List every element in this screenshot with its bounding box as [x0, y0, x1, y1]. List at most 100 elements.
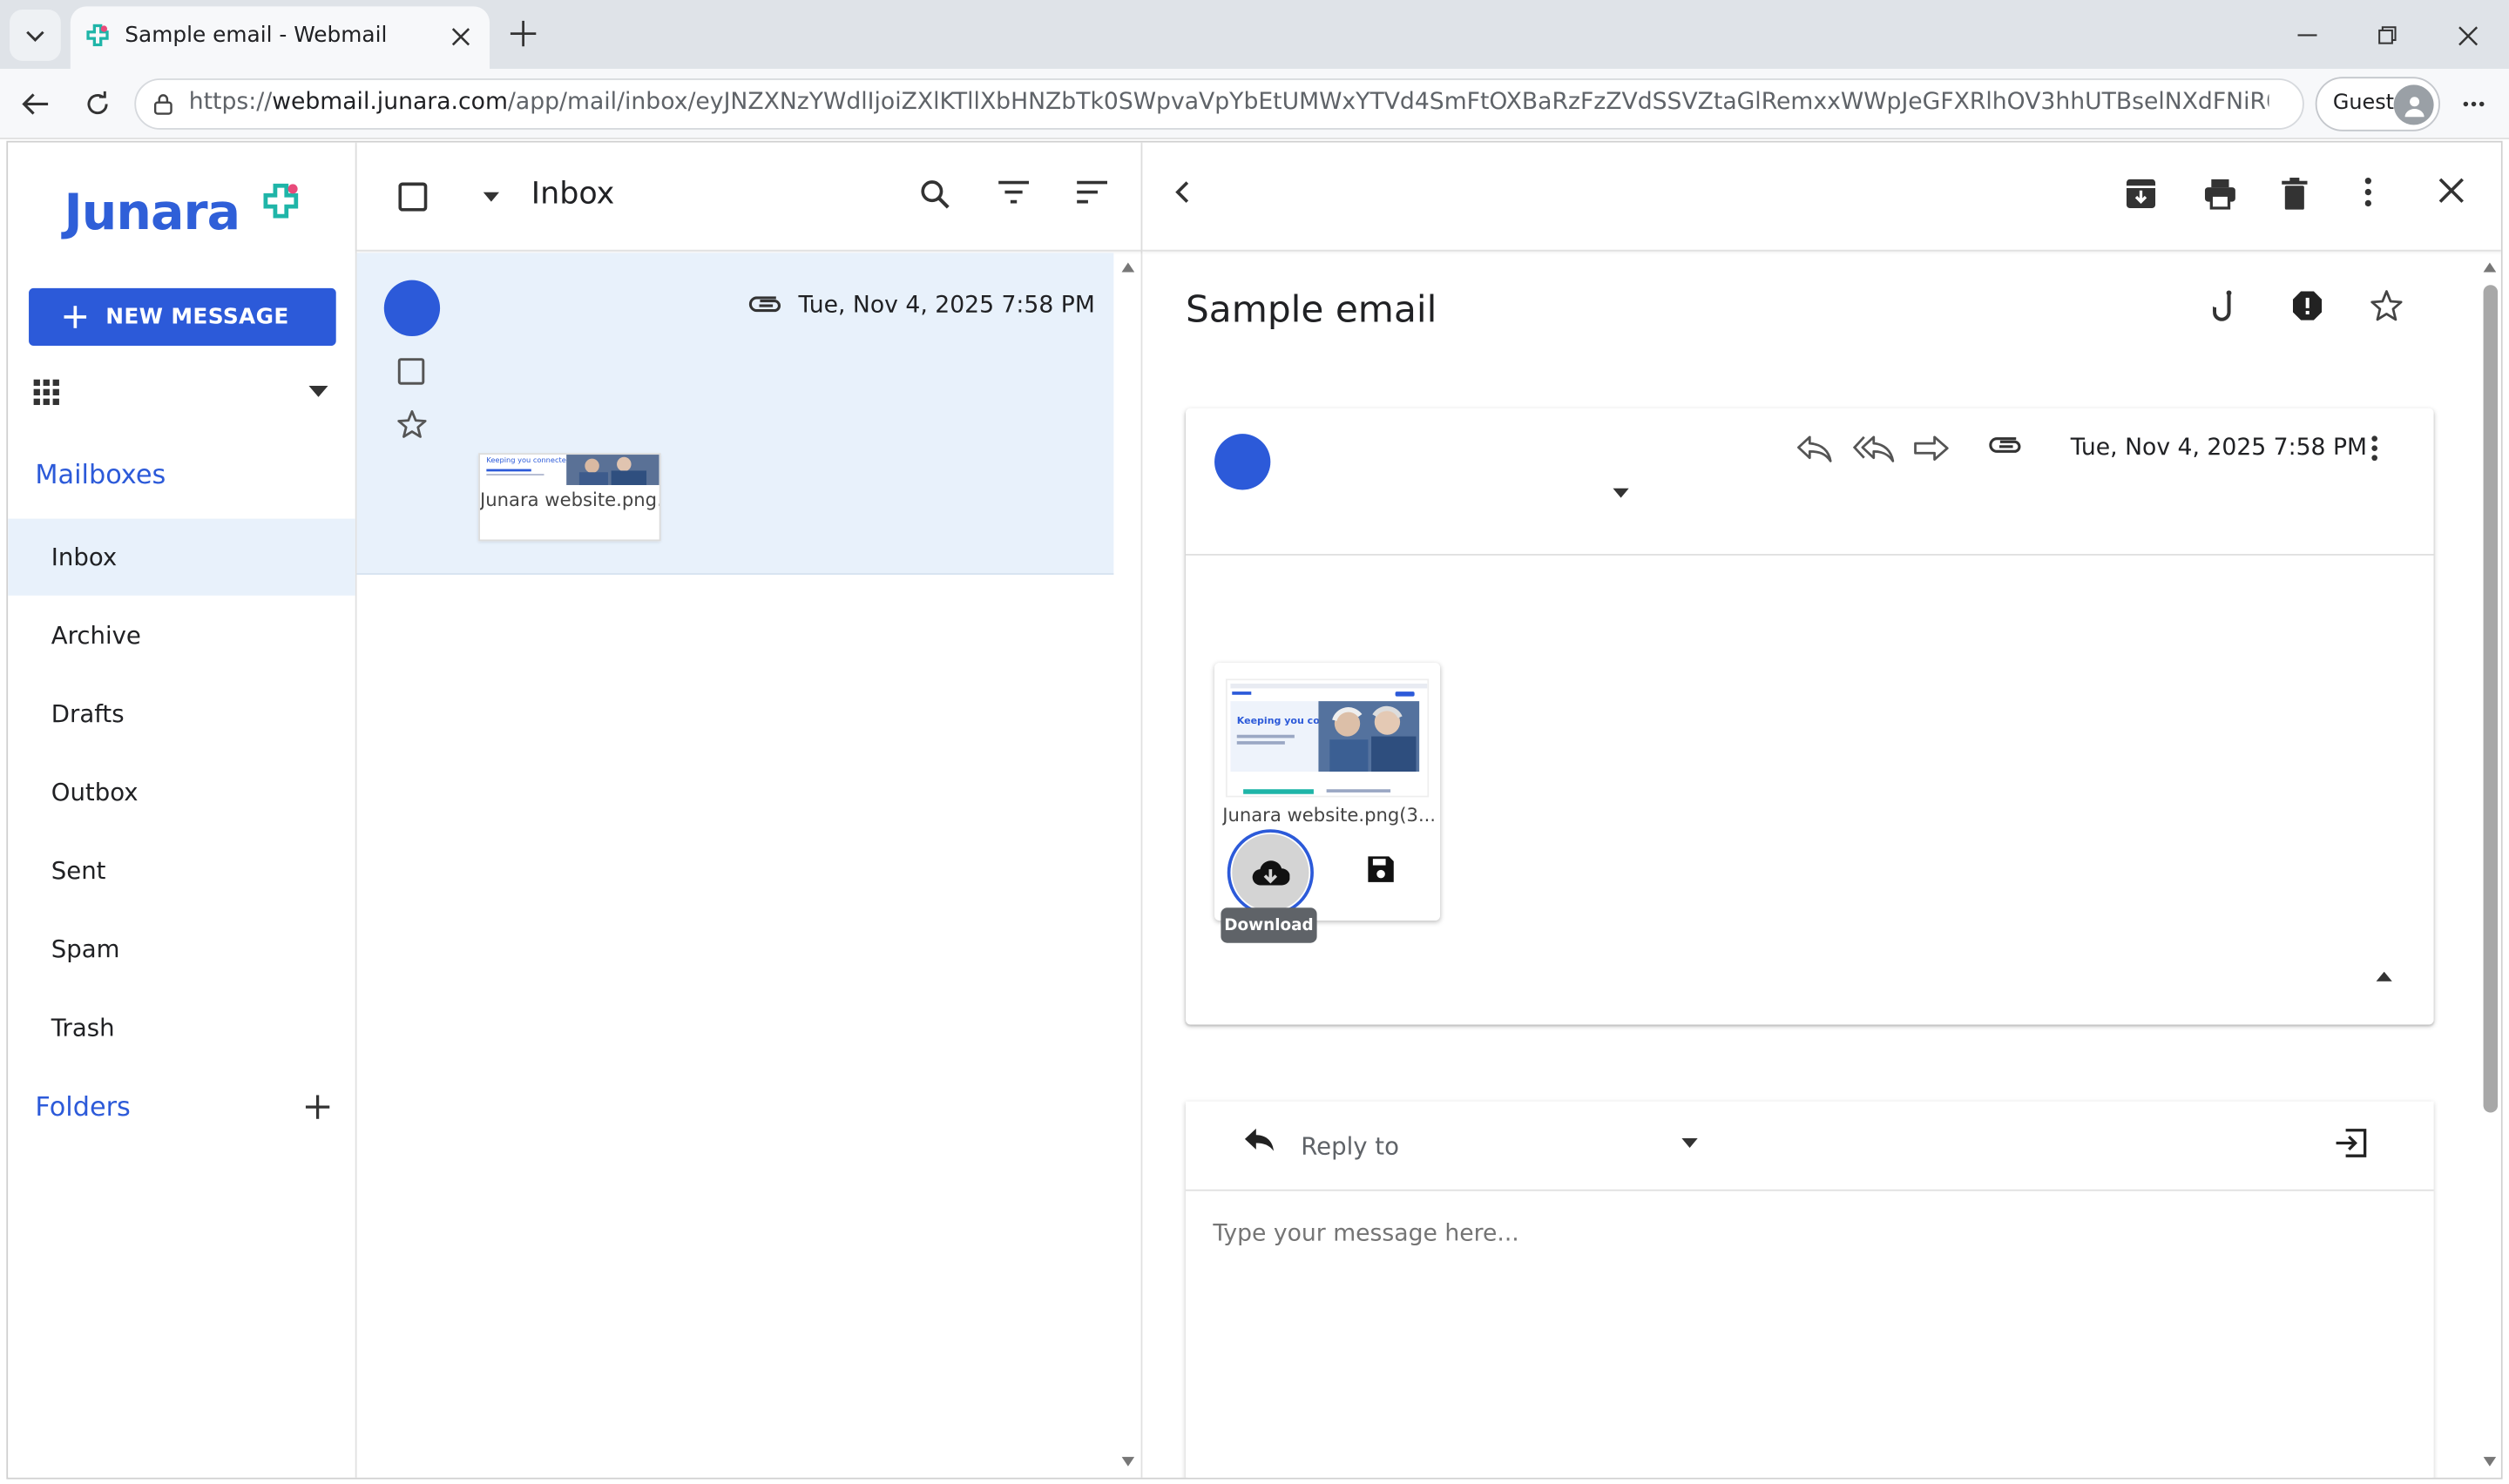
address-bar[interactable]: https://webmail.junara.com/app/mail/inbo…: [134, 78, 2304, 130]
collapse-caret-up-icon[interactable]: [2376, 971, 2392, 981]
tab-close-icon[interactable]: [445, 21, 477, 53]
mailbox-label: Archive: [51, 621, 141, 651]
select-all-checkbox-icon[interactable]: [398, 182, 428, 212]
reply-mode-caret-icon[interactable]: [1681, 1137, 1698, 1148]
save-floppy-icon[interactable]: [1367, 855, 1396, 884]
forward-icon[interactable]: [1914, 434, 1949, 462]
reply-all-icon[interactable]: [1852, 434, 1895, 462]
email-subject: Sample email: [1185, 289, 1437, 332]
open-in-composer-icon[interactable]: [2335, 1129, 2367, 1157]
mailbox-label: Drafts: [51, 699, 125, 729]
new-message-label: NEW MESSAGE: [105, 304, 289, 330]
apps-switcher[interactable]: [33, 374, 338, 413]
expand-details-caret-icon[interactable]: [1613, 488, 1629, 498]
caret-down-icon[interactable]: [308, 386, 328, 397]
mailbox-item-archive[interactable]: Archive: [8, 597, 355, 674]
attachment-paperclip-icon: [1989, 437, 2024, 456]
message-list-item[interactable]: Tue, Nov 4, 2025 7:58 PM Keeping you con…: [356, 253, 1114, 575]
window-restore-icon[interactable]: [2365, 19, 2410, 51]
filter-icon[interactable]: [998, 179, 1029, 205]
star-outline-icon[interactable]: [397, 410, 428, 439]
close-icon[interactable]: [2438, 178, 2464, 203]
search-icon[interactable]: [920, 179, 950, 210]
divider: [1185, 1189, 2434, 1191]
attachment-filename: Junara website.png...: [480, 488, 659, 511]
attachment-filename: Junara website.png(3....: [1222, 803, 1434, 826]
print-icon[interactable]: [2203, 178, 2237, 210]
message-list-pane: Inbox Tue, Nov 4, 2025 7:58 PM Keeping y…: [356, 142, 1143, 1478]
attachment-preview-image: Keeping you connected: [1225, 678, 1430, 798]
sender-avatar: [383, 280, 441, 337]
new-message-button[interactable]: NEW MESSAGE: [29, 287, 336, 347]
mailbox-title: Inbox: [531, 176, 615, 212]
new-tab-plus-icon[interactable]: [503, 13, 544, 55]
browser-tab[interactable]: Sample email - Webmail: [70, 6, 490, 70]
scrollbar-thumb[interactable]: [2483, 285, 2499, 1113]
tab-title: Sample email - Webmail: [125, 22, 388, 49]
mailbox-item-sent[interactable]: Sent: [8, 833, 355, 909]
profile-button[interactable]: Guest: [2315, 77, 2440, 132]
mailbox-item-drafts[interactable]: Drafts: [8, 676, 355, 752]
cloud-download-icon: [1232, 833, 1309, 911]
mailbox-label: Outbox: [51, 778, 139, 807]
archive-icon[interactable]: [2125, 178, 2157, 210]
tab-search-chevron-icon[interactable]: [10, 10, 61, 61]
reply-mode-select[interactable]: Reply to: [1301, 1132, 1399, 1161]
mailbox-item-trash[interactable]: Trash: [8, 989, 355, 1066]
reply-message-input[interactable]: [1213, 1221, 2397, 1247]
apps-grid-icon[interactable]: [33, 379, 59, 406]
divider: [1185, 554, 2434, 556]
browser-menu-dots-icon[interactable]: [2458, 88, 2490, 120]
mailbox-label: Inbox: [51, 543, 118, 572]
select-caret-down-icon[interactable]: [483, 192, 500, 202]
trash-icon[interactable]: [2282, 178, 2308, 210]
message-date: Tue, Nov 4, 2025 7:58 PM: [798, 293, 1095, 319]
plus-icon: [64, 306, 87, 328]
reading-pane-scrollbar[interactable]: [2477, 253, 2501, 1477]
message-date: Tue, Nov 4, 2025 7:58 PM: [2070, 435, 2367, 462]
junara-logo-mark-icon: [260, 181, 302, 223]
window-close-icon[interactable]: [2445, 19, 2489, 51]
mailbox-item-outbox[interactable]: Outbox: [8, 754, 355, 831]
message-checkbox-icon[interactable]: [397, 357, 426, 386]
favicon-icon: [86, 24, 109, 47]
reply-icon[interactable]: [1796, 434, 1834, 462]
more-vertical-icon[interactable]: [2364, 178, 2371, 207]
folders-heading[interactable]: Folders: [35, 1092, 130, 1123]
webmail-app: Junara NEW MESSAGE Mailboxes Inbox Archi…: [6, 140, 2503, 1480]
phishing-hook-icon[interactable]: [2213, 290, 2238, 325]
list-scrollbar[interactable]: [1115, 253, 1140, 1477]
report-spam-icon[interactable]: [2291, 290, 2323, 322]
mailbox-label: Spam: [51, 934, 120, 964]
reading-pane: Sample email Tue, Nov 4, 2025 7:58 PM Ke…: [1142, 142, 2501, 1478]
reply-arrow-icon: [1243, 1127, 1275, 1152]
attachment-thumbnail[interactable]: Keeping you connected Junara website.png…: [478, 453, 661, 542]
sort-icon[interactable]: [1077, 179, 1107, 205]
mailbox-item-inbox[interactable]: Inbox: [8, 518, 355, 596]
browser-tab-strip: Sample email - Webmail: [0, 0, 2509, 70]
mailboxes-heading: Mailboxes: [35, 459, 166, 490]
star-outline-icon[interactable]: [2370, 290, 2404, 322]
url-host: webmail.junara.com: [272, 89, 508, 116]
add-folder-plus-icon[interactable]: [301, 1090, 333, 1123]
mailbox-item-spam[interactable]: Spam: [8, 911, 355, 988]
download-attachment-button[interactable]: [1227, 829, 1314, 916]
scroll-down-arrow-icon[interactable]: [1121, 1456, 1135, 1467]
mailbox-label: Trash: [51, 1013, 115, 1042]
back-arrow-icon[interactable]: [16, 84, 54, 123]
sender-avatar: [1214, 434, 1271, 490]
scroll-down-arrow-icon[interactable]: [2483, 1456, 2497, 1467]
window-minimize-icon[interactable]: [2285, 19, 2330, 51]
reload-icon[interactable]: [78, 84, 117, 123]
reply-composer: Reply to: [1185, 1101, 2434, 1478]
junara-logo: Junara: [64, 184, 240, 242]
reading-pane-toolbar: [1142, 143, 2501, 252]
thumb-tagline-text: Keeping you connected: [486, 455, 571, 464]
back-chevron-icon[interactable]: [1174, 179, 1190, 205]
site-info-icon[interactable]: [152, 93, 174, 116]
scroll-up-arrow-icon[interactable]: [1121, 262, 1135, 273]
scroll-up-arrow-icon[interactable]: [2483, 262, 2497, 273]
profile-label: Guest: [2332, 91, 2395, 116]
more-vertical-icon[interactable]: [2371, 435, 2377, 462]
attachment-card[interactable]: Keeping you connected Junara website.png…: [1214, 663, 1441, 921]
